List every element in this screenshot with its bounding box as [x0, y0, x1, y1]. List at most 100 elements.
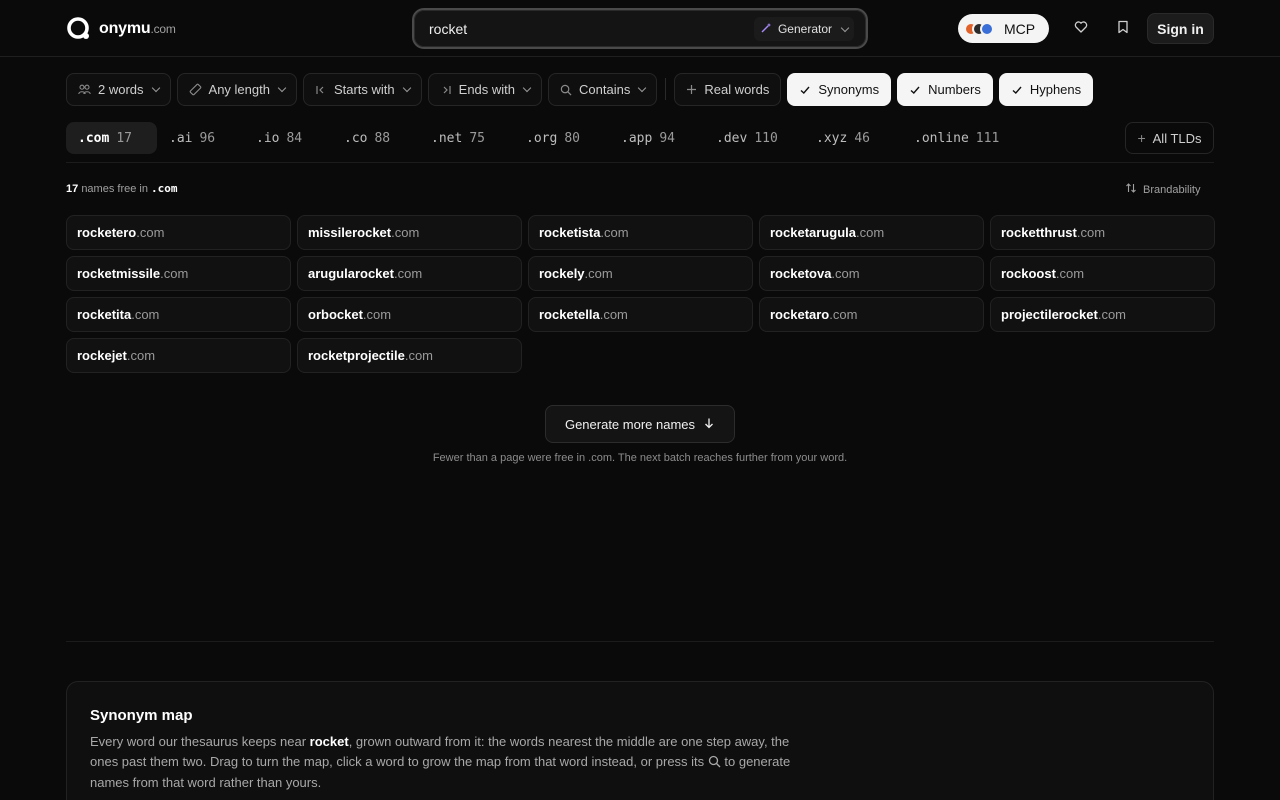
heart-icon: [1074, 20, 1088, 37]
filter-ends-with[interactable]: Ends with: [427, 73, 543, 106]
filter-any-length[interactable]: Any length: [176, 73, 297, 106]
tld-count: 94: [659, 130, 675, 146]
name-result-card[interactable]: rockejet .com: [66, 338, 291, 373]
results-count: 17 names free in .com: [66, 182, 178, 195]
filter-label: Real words: [704, 82, 770, 97]
chevron-down-icon: [402, 83, 411, 93]
name-base: rocketarugula: [770, 225, 856, 240]
name-result-card[interactable]: missilerocket .com: [297, 215, 522, 250]
name-result-card[interactable]: rocketprojectile .com: [297, 338, 522, 373]
chevron-down-icon: [840, 23, 850, 32]
filter-label: Starts with: [333, 82, 395, 97]
ruler-icon: [189, 83, 202, 96]
tld-tab-net[interactable]: .net 75: [419, 122, 514, 154]
magic-wand-icon: [760, 22, 772, 37]
name-result-card[interactable]: rocketmissile .com: [66, 256, 291, 291]
filter-bar: 2 words Any length Starts with Ends with Con…: [66, 73, 1094, 106]
name-result-card[interactable]: arugularocket .com: [297, 256, 522, 291]
generate-more-button[interactable]: Generate more names: [545, 405, 735, 443]
people-icon: [78, 84, 91, 95]
tld-count: 46: [854, 130, 870, 146]
name-tld: .com: [1097, 307, 1126, 322]
name-result-card[interactable]: rocketarugula .com: [759, 215, 984, 250]
chevron-down-icon: [151, 83, 160, 93]
tld-name: .ai: [169, 130, 193, 146]
name-result-card[interactable]: rockely .com: [528, 256, 753, 291]
generator-label: Generator: [777, 22, 832, 36]
tld-tab-io[interactable]: .io 84: [244, 122, 332, 154]
filter-real-words[interactable]: Real words: [674, 73, 782, 106]
tld-name: .com: [78, 130, 110, 146]
chevron-down-icon: [522, 83, 532, 93]
name-base: rocketmissile: [77, 266, 161, 281]
name-result-card[interactable]: projectilerocket .com: [990, 297, 1215, 332]
tld-tab-xyz[interactable]: .xyz 46: [804, 122, 902, 154]
arrow-down-icon: [703, 417, 715, 432]
filter-hyphens[interactable]: Hyphens: [998, 73, 1094, 106]
tld-name: .online: [914, 130, 969, 146]
tld-tab-dev[interactable]: .dev 110: [704, 122, 804, 154]
generator-dropdown[interactable]: Generator: [753, 17, 854, 41]
filter-contains[interactable]: Contains: [548, 73, 658, 106]
filter-synonyms[interactable]: Synonyms: [787, 73, 892, 106]
tld-count: 84: [286, 130, 303, 146]
tld-tab-org[interactable]: .org 80: [514, 122, 609, 154]
filter-2-words[interactable]: 2 words: [66, 73, 171, 106]
more-note: Fewer than a page were free in .com. The…: [432, 452, 848, 464]
tld-name: .xyz: [816, 130, 848, 146]
name-result-card[interactable]: rocketista .com: [528, 215, 753, 250]
name-result-card[interactable]: rocketella .com: [528, 297, 753, 332]
sort-button[interactable]: Brandability: [1125, 182, 1200, 197]
name-tld: .com: [1076, 225, 1106, 240]
chevron-down-icon: [638, 83, 647, 93]
divider: [66, 641, 1214, 642]
name-tld: .com: [126, 348, 156, 363]
name-result-card[interactable]: rocketthrust .com: [990, 215, 1215, 250]
filter-label: Any length: [208, 82, 270, 97]
tld-tab-app[interactable]: .app 94: [609, 122, 704, 154]
search-icon: [708, 754, 721, 774]
name-result-card[interactable]: rocketero .com: [66, 215, 291, 250]
tld-count: 110: [754, 130, 778, 146]
name-result-card[interactable]: rocketova .com: [759, 256, 984, 291]
search-input[interactable]: [429, 10, 749, 47]
name-tld: .com: [160, 266, 189, 281]
check-icon: [909, 84, 921, 96]
plus-icon: +: [1137, 130, 1146, 146]
tld-name: .app: [621, 130, 653, 146]
name-base: rockoost: [1001, 266, 1056, 281]
name-base: rocketova: [770, 266, 832, 281]
sign-in-button[interactable]: Sign in: [1147, 13, 1214, 44]
tld-tabs: .com 17 .ai 96 .io 84 .co 88 .net 75 .org 80 .app 94.…: [66, 122, 1002, 154]
favorites-button[interactable]: [1067, 14, 1095, 42]
name-result-card[interactable]: rocketita .com: [66, 297, 291, 332]
name-tld: .com: [1055, 266, 1085, 281]
tld-tab-ai[interactable]: .ai 96: [157, 122, 244, 154]
name-base: rocketella: [539, 307, 600, 322]
saved-button[interactable]: [1109, 14, 1137, 42]
logo[interactable]: onymu.com: [66, 16, 176, 41]
name-result-card[interactable]: orbocket .com: [297, 297, 522, 332]
tld-tab-online[interactable]: .online 111: [902, 122, 1002, 154]
tld-tab-com[interactable]: .com 17: [66, 122, 157, 154]
top-bar: onymu.com Generator MCP Sign in: [0, 0, 1280, 57]
logo-mark-icon: [66, 16, 91, 41]
tld-name: .io: [256, 130, 280, 146]
name-base: rocketita: [77, 307, 132, 322]
filter-label: Synonyms: [818, 82, 880, 97]
filter-numbers[interactable]: Numbers: [897, 73, 993, 106]
name-tld: .com: [136, 225, 165, 240]
search-icon: [560, 84, 572, 96]
all-tlds-button[interactable]: + All TLDs: [1125, 122, 1214, 154]
name-tld: .com: [599, 307, 628, 322]
filter-starts-with[interactable]: Starts with: [302, 73, 422, 106]
name-result-card[interactable]: rocketaro .com: [759, 297, 984, 332]
name-base: projectilerocket: [1001, 307, 1098, 322]
synonym-map-card: Synonym map Every word our thesaurus kee…: [66, 681, 1214, 800]
name-result-card[interactable]: rockoost .com: [990, 256, 1215, 291]
mcp-avatars-icon: [964, 21, 994, 36]
mcp-button[interactable]: MCP: [958, 14, 1049, 43]
tld-tab-co[interactable]: .co 88: [332, 122, 419, 154]
name-tld: .com: [391, 225, 420, 240]
tld-name: .org: [526, 130, 558, 146]
